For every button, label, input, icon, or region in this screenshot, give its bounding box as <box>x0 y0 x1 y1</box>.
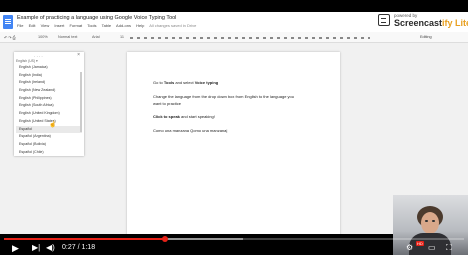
font-select[interactable]: Arial <box>92 35 100 39</box>
language-option[interactable]: Español (Chile) <box>16 149 82 157</box>
paragraph-4: Como una manzana Qomo una manzana| <box>153 128 228 133</box>
close-icon[interactable]: × <box>77 52 80 58</box>
time-display: 0:27 / 1:18 <box>62 244 96 251</box>
menu-tools[interactable]: Tools <box>87 23 96 28</box>
formatting-toolbar: ↶ ↷ ⎙ 100% Normal text Arial 11 Editing <box>0 32 468 43</box>
paragraph-1: Go to Tools and select Voice typing <box>153 80 219 85</box>
menu-format[interactable]: Format <box>69 23 82 28</box>
menu-table[interactable]: Table <box>102 23 112 28</box>
menu-file[interactable]: File <box>17 23 23 28</box>
language-dropdown-list: English (Jamaica) English (India) Englis… <box>16 64 82 156</box>
font-size-select[interactable]: 11 <box>120 35 124 39</box>
menu-help[interactable]: Help <box>136 23 144 28</box>
next-icon[interactable]: ▶| <box>32 243 40 253</box>
paragraph-3: Click to speak and start speaking! <box>153 114 215 119</box>
language-option[interactable]: Español (Argentina) <box>16 133 82 141</box>
language-option[interactable]: English (Philippines) <box>16 95 82 103</box>
hd-badge: HD <box>416 241 424 246</box>
document-page[interactable]: Go to Tools and select Voice typing Chan… <box>127 52 340 234</box>
docs-logo-icon[interactable] <box>3 15 13 29</box>
settings-icon[interactable]: ⚙ <box>406 243 413 253</box>
video-controls: ▶ ▶| ◀) 0:27 / 1:18 ⚙ HD ▭ ⛶ <box>0 241 468 255</box>
language-option[interactable]: English (India) <box>16 72 82 80</box>
style-select[interactable]: Normal text <box>58 35 77 39</box>
language-option[interactable]: English (New Zealand) <box>16 87 82 95</box>
video-progress-bar[interactable] <box>4 236 464 242</box>
top-band <box>0 0 468 12</box>
language-option[interactable]: English (United Kingdom) <box>16 110 82 118</box>
volume-icon[interactable]: ◀) <box>46 243 55 253</box>
paragraph-2: Change the language from the drop down b… <box>153 94 294 106</box>
language-option[interactable]: English (Ireland) <box>16 79 82 87</box>
play-icon[interactable]: ▶ <box>12 243 19 253</box>
toolbar-buttons[interactable] <box>130 37 370 39</box>
title-bar: Example of practicing a language using G… <box>0 12 468 32</box>
language-option[interactable]: Español (Bolivia) <box>16 141 82 149</box>
menu-insert[interactable]: Insert <box>54 23 64 28</box>
undo-redo-icons[interactable]: ↶ ↷ ⎙ <box>4 35 16 40</box>
saved-status: All changes saved in Drive <box>149 23 197 28</box>
menu-bar: File Edit View Insert Format Tools Table… <box>17 23 200 28</box>
language-list-scrollbar[interactable] <box>80 72 82 132</box>
screencastify-name: Screencastify Lite <box>394 18 468 28</box>
menu-view[interactable]: View <box>41 23 50 28</box>
editing-mode[interactable]: Editing <box>420 35 432 39</box>
miniplayer-icon[interactable]: ▭ <box>428 243 436 253</box>
menu-edit[interactable]: Edit <box>29 23 36 28</box>
language-select[interactable]: English (US) ▾ <box>16 59 38 63</box>
zoom-select[interactable]: 100% <box>38 35 48 39</box>
language-option[interactable]: English (South Africa) <box>16 102 82 110</box>
progress-played <box>4 238 165 240</box>
fullscreen-icon[interactable]: ⛶ <box>446 243 452 253</box>
menu-addons[interactable]: Add-ons <box>116 23 131 28</box>
document-title[interactable]: Example of practicing a language using G… <box>17 15 176 21</box>
language-option[interactable]: English (Jamaica) <box>16 64 82 72</box>
screencastify-logo-icon <box>378 14 390 26</box>
mouse-pointer-icon: ☝ <box>49 122 57 128</box>
voice-typing-panel: · · · · × English (US) ▾ English (Jamaic… <box>14 52 84 156</box>
